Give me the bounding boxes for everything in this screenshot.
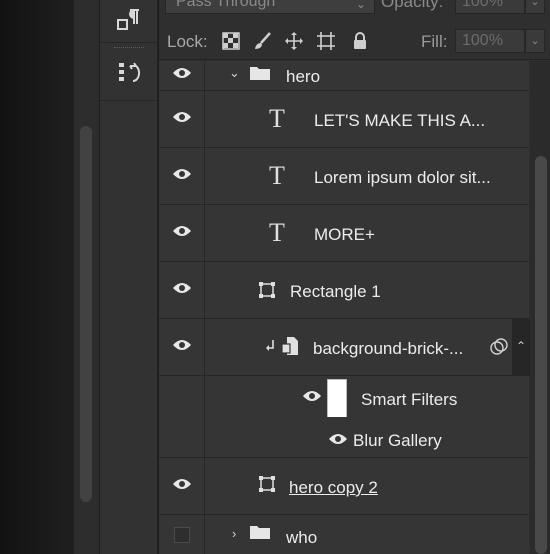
hidden-visibility-box bbox=[173, 527, 190, 543]
visibility-toggle[interactable] bbox=[159, 61, 205, 90]
lock-transparent-pixels-icon[interactable] bbox=[221, 31, 241, 51]
layer-name: who bbox=[286, 528, 318, 547]
layer-name: Blur Gallery bbox=[353, 431, 442, 450]
eye-icon bbox=[172, 110, 192, 129]
layer-name: MORE+ bbox=[314, 225, 375, 244]
collapse-smart-filters-button[interactable]: ⌃ bbox=[512, 319, 530, 376]
lock-all-icon[interactable] bbox=[350, 31, 370, 51]
document-canvas-area bbox=[0, 0, 74, 554]
paragraph-icon bbox=[116, 6, 142, 37]
eye-icon[interactable] bbox=[302, 389, 322, 408]
layer-row-text[interactable]: T MORE+ bbox=[159, 205, 529, 262]
blend-mode-select[interactable]: Pass Through ⌄ bbox=[165, 0, 375, 14]
lock-row: Lock: Fill: 100% ⌄ bbox=[159, 22, 550, 60]
lock-position-icon[interactable] bbox=[284, 31, 304, 51]
layers-panel: Pass Through ⌄ Opacity: 100% ⌄ Lock: Fil… bbox=[159, 0, 550, 554]
layer-name: Rectangle 1 bbox=[290, 282, 381, 301]
fill-label: Fill: bbox=[421, 32, 448, 51]
clipping-mask-arrow-icon bbox=[265, 339, 275, 358]
text-layer-icon: T bbox=[269, 161, 285, 190]
visibility-toggle[interactable] bbox=[159, 205, 205, 261]
lock-artboard-icon[interactable] bbox=[316, 31, 336, 51]
layer-name: background-brick-... bbox=[313, 339, 464, 358]
eye-icon bbox=[172, 281, 192, 300]
opacity-label: Opacity: bbox=[381, 0, 444, 11]
fill-dropdown-arrow[interactable]: ⌄ bbox=[525, 29, 545, 53]
opacity-dropdown-arrow[interactable]: ⌄ bbox=[525, 0, 545, 14]
eye-icon[interactable] bbox=[328, 432, 348, 451]
visibility-toggle[interactable] bbox=[159, 319, 205, 375]
fill-input[interactable]: 100% bbox=[455, 29, 525, 53]
layer-name: Smart Filters bbox=[361, 390, 458, 409]
dock-divider bbox=[100, 42, 158, 43]
lock-label: Lock: bbox=[167, 32, 208, 51]
folder-icon bbox=[249, 523, 271, 541]
paragraph-panel-button[interactable] bbox=[106, 0, 152, 42]
smart-object-icon bbox=[281, 336, 299, 356]
blend-options-row: Pass Through ⌄ Opacity: 100% ⌄ bbox=[159, 0, 550, 20]
layer-row-shape[interactable]: hero copy 2 bbox=[159, 458, 529, 515]
layer-name: hero copy 2 bbox=[289, 478, 378, 497]
eye-icon bbox=[172, 167, 192, 186]
eye-icon bbox=[172, 224, 192, 243]
eye-icon bbox=[172, 338, 192, 357]
layer-row-shape[interactable]: Rectangle 1 bbox=[159, 262, 529, 319]
eye-icon bbox=[172, 477, 192, 496]
visibility-column bbox=[159, 417, 205, 457]
visibility-toggle[interactable] bbox=[159, 458, 205, 514]
eye-icon bbox=[172, 66, 192, 85]
opacity-input[interactable]: 100% bbox=[455, 0, 525, 14]
dock-grip[interactable] bbox=[114, 47, 144, 49]
visibility-toggle[interactable] bbox=[159, 262, 205, 318]
layers-list: ⌄ hero T LET'S MAKE THIS A... T Lorem ip… bbox=[159, 61, 529, 554]
layer-name: hero bbox=[286, 67, 321, 86]
history-icon bbox=[116, 60, 142, 91]
chevron-down-icon: ⌄ bbox=[355, 0, 366, 11]
blend-mode-value: Pass Through bbox=[176, 0, 276, 10]
shape-layer-icon bbox=[258, 475, 276, 493]
layer-row-who[interactable]: › who bbox=[159, 515, 529, 554]
visibility-toggle[interactable] bbox=[159, 148, 205, 204]
layer-row-filter[interactable]: Blur Gallery bbox=[159, 417, 529, 458]
panel-icon-dock bbox=[100, 0, 158, 554]
layer-row-smart-filters[interactable]: Smart Filters bbox=[159, 376, 529, 423]
shape-layer-icon bbox=[258, 281, 276, 299]
smart-filter-badge-icon[interactable] bbox=[489, 338, 509, 361]
visibility-column bbox=[159, 376, 205, 417]
dock-divider bbox=[100, 100, 158, 101]
layer-row-hero[interactable]: ⌄ hero bbox=[159, 61, 529, 91]
chevron-down-icon[interactable]: ⌄ bbox=[229, 65, 240, 81]
layer-row-text[interactable]: T LET'S MAKE THIS A... bbox=[159, 91, 529, 148]
visibility-toggle[interactable] bbox=[159, 515, 205, 554]
folder-icon bbox=[249, 64, 271, 82]
text-layer-icon: T bbox=[269, 104, 285, 133]
layers-scrollbar-thumb[interactable] bbox=[535, 156, 547, 554]
layer-name: LET'S MAKE THIS A... bbox=[314, 111, 486, 130]
layer-row-text[interactable]: T Lorem ipsum dolor sit... bbox=[159, 148, 529, 205]
canvas-scrollbar-thumb[interactable] bbox=[80, 126, 92, 502]
layer-row-smart-object[interactable]: background-brick-... bbox=[159, 319, 529, 376]
layer-name: Lorem ipsum dolor sit... bbox=[314, 168, 491, 187]
lock-image-pixels-icon[interactable] bbox=[253, 31, 273, 51]
chevron-right-icon[interactable]: › bbox=[232, 526, 236, 541]
visibility-toggle[interactable] bbox=[159, 91, 205, 147]
history-panel-button[interactable] bbox=[106, 54, 152, 96]
text-layer-icon: T bbox=[269, 218, 285, 247]
